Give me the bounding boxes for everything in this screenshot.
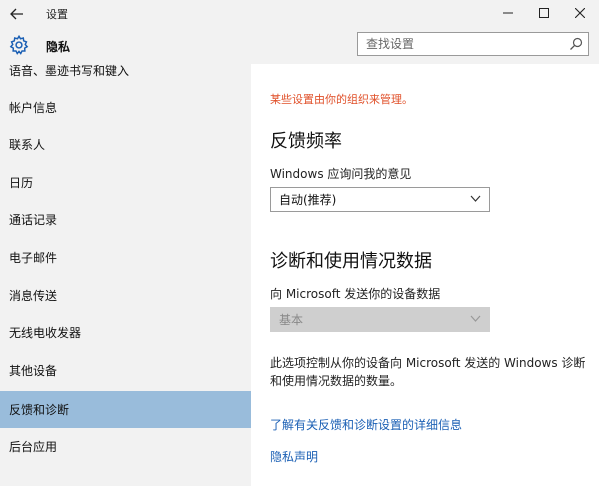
- feedback-frequency-dropdown[interactable]: 自动(推荐): [270, 187, 490, 212]
- gear-icon: [9, 34, 29, 55]
- sidebar-item-label: 无线电收发器: [9, 326, 82, 340]
- diagnostics-description: 此选项控制从你的设备向 Microsoft 发送的 Windows 诊断和使用情…: [270, 356, 586, 388]
- search-input[interactable]: [358, 33, 563, 55]
- header-row: 隐私: [0, 28, 599, 64]
- privacy-statement-link[interactable]: 隐私声明: [270, 448, 318, 465]
- managed-notice: 某些设置由你的组织来管理。: [270, 93, 413, 106]
- search-box: [357, 32, 589, 56]
- sidebar-item-label: 消息传送: [9, 289, 58, 303]
- sidebar-item-other-devices[interactable]: 其他设备: [0, 352, 251, 389]
- sidebar-item-messaging[interactable]: 消息传送: [0, 277, 251, 314]
- sidebar-nav: 语音、墨迹书写和键入 帐户信息 联系人 日历 通话记录 电子邮件 消息传送 无线…: [0, 64, 251, 486]
- sidebar-item-label: 通话记录: [9, 213, 58, 227]
- content-pane: 某些设置由你的组织来管理。 反馈频率 Windows 应询问我的意见 自动(推荐…: [251, 64, 599, 486]
- sidebar-item-radios[interactable]: 无线电收发器: [0, 314, 251, 351]
- sidebar-item-speech-inking[interactable]: 语音、墨迹书写和键入: [0, 64, 251, 89]
- sidebar-item-call-history[interactable]: 通话记录: [0, 201, 251, 238]
- diagnostics-title: 诊断和使用情况数据: [270, 251, 432, 272]
- feedback-frequency-value: 自动(推荐): [279, 193, 337, 207]
- chevron-down-icon: [470, 315, 481, 322]
- title-bar: 设置: [0, 0, 599, 28]
- sidebar-item-calendar[interactable]: 日历: [0, 164, 251, 201]
- diagnostics-value: 基本: [279, 313, 304, 327]
- close-icon: [575, 8, 585, 18]
- window-title: 设置: [46, 8, 68, 21]
- sidebar-item-email[interactable]: 电子邮件: [0, 239, 251, 276]
- minimize-button[interactable]: [491, 0, 525, 26]
- feedback-frequency-title: 反馈频率: [270, 131, 342, 152]
- diagnostics-label: 向 Microsoft 发送你的设备数据: [270, 287, 441, 301]
- sidebar-item-account-info[interactable]: 帐户信息: [0, 89, 251, 126]
- sidebar-item-contacts[interactable]: 联系人: [0, 126, 251, 163]
- feedback-frequency-label: Windows 应询问我的意见: [270, 167, 412, 181]
- sidebar-item-label: 反馈和诊断: [9, 403, 70, 417]
- diagnostics-dropdown: 基本: [270, 307, 490, 332]
- minimize-icon: [503, 12, 513, 14]
- sidebar-item-background-apps[interactable]: 后台应用: [0, 428, 251, 465]
- sidebar-item-feedback-diagnostics[interactable]: 反馈和诊断: [0, 391, 251, 428]
- search-icon[interactable]: [569, 37, 583, 51]
- sidebar-item-label: 其他设备: [9, 364, 58, 378]
- maximize-button[interactable]: [527, 0, 561, 26]
- chevron-down-icon: [470, 195, 481, 202]
- sidebar-item-label: 帐户信息: [9, 101, 58, 115]
- close-button[interactable]: [563, 0, 597, 26]
- sidebar-item-label: 电子邮件: [9, 251, 58, 265]
- sidebar-item-label: 后台应用: [9, 440, 58, 454]
- page-title: 隐私: [46, 40, 71, 54]
- sidebar-item-label: 语音、墨迹书写和键入: [9, 64, 130, 78]
- settings-window: 设置 隐私 查找设置 语音、墨迹书写和键入 帐户信息 联系人 日历 通话记录 电…: [0, 0, 599, 486]
- feedback-details-link[interactable]: 了解有关反馈和诊断设置的详细信息: [270, 416, 462, 433]
- maximize-icon: [539, 8, 549, 18]
- back-arrow-icon: [10, 8, 23, 20]
- sidebar-item-label: 日历: [9, 176, 34, 190]
- sidebar-item-label: 联系人: [9, 138, 46, 152]
- back-button[interactable]: [6, 3, 28, 25]
